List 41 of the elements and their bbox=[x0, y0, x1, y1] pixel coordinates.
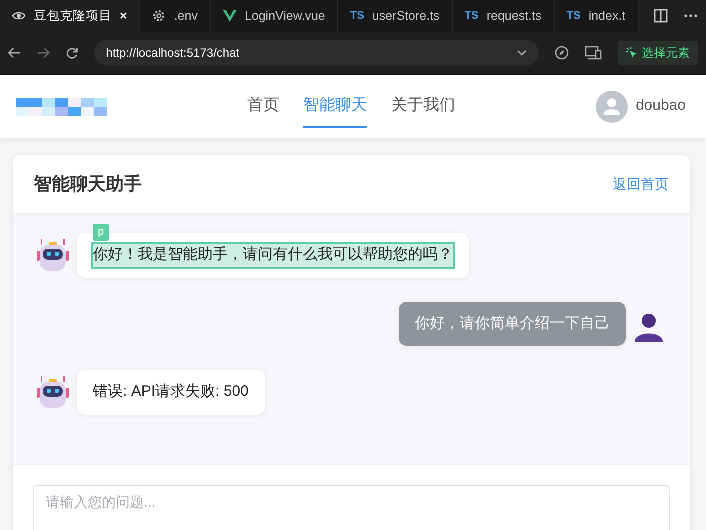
cursor-icon bbox=[626, 47, 638, 59]
tab-label: request.ts bbox=[486, 8, 542, 25]
tab-label: .env bbox=[174, 8, 198, 25]
tab-label: userStore.ts bbox=[372, 8, 440, 25]
browser-tab[interactable]: TS index.t bbox=[554, 0, 639, 32]
tab-label: LoginView.vue bbox=[244, 8, 326, 25]
browser-tab[interactable]: TS userStore.ts bbox=[338, 0, 453, 32]
robot-avatar-icon bbox=[37, 376, 69, 408]
forward-icon bbox=[37, 47, 50, 59]
avatar-icon bbox=[596, 90, 628, 122]
ts-label: TS bbox=[566, 8, 581, 24]
tab-label: index.t bbox=[588, 8, 626, 25]
nav-link[interactable]: 首页 bbox=[247, 86, 280, 128]
back-icon bbox=[8, 47, 22, 59]
ts-label: TS bbox=[350, 8, 364, 24]
message-input[interactable]: 请输入您的问题... bbox=[33, 485, 670, 530]
browser-tab[interactable]: .env bbox=[140, 0, 211, 32]
more-icon bbox=[684, 14, 698, 18]
browser-tab[interactable]: TS request.ts bbox=[452, 0, 555, 32]
ts-label: TS bbox=[464, 8, 479, 24]
nav-link[interactable]: 关于我们 bbox=[391, 86, 456, 128]
username: doubao bbox=[636, 96, 686, 116]
logo-icon bbox=[16, 98, 107, 116]
browser-tab[interactable]: LoginView.vue bbox=[210, 0, 338, 32]
chat-title: 智能聊天助手 bbox=[34, 172, 142, 196]
dropdown-caret-icon bbox=[517, 50, 527, 56]
element-tag-label: p bbox=[93, 224, 110, 240]
message-text: 你好！我是智能助手，请问有什么我可以帮助您的吗？ bbox=[93, 244, 453, 266]
reload-icon bbox=[66, 46, 78, 60]
vue-icon bbox=[222, 10, 237, 22]
device-icon bbox=[585, 46, 602, 60]
split-view-icon bbox=[654, 9, 668, 23]
message-text: 你好，请你简单介绍一下自己 bbox=[415, 314, 610, 334]
robot-avatar-icon bbox=[37, 239, 69, 271]
select-element-button[interactable]: 选择元素 bbox=[618, 41, 698, 65]
gear-icon bbox=[152, 9, 166, 23]
message-text: 错误: API请求失败: 500 bbox=[93, 382, 249, 402]
compass-icon bbox=[555, 46, 569, 60]
tab-label: 豆包克隆项目 bbox=[34, 8, 112, 25]
address-bar[interactable]: http://localhost:5173/chat bbox=[94, 40, 539, 66]
close-icon[interactable]: × bbox=[120, 6, 128, 26]
